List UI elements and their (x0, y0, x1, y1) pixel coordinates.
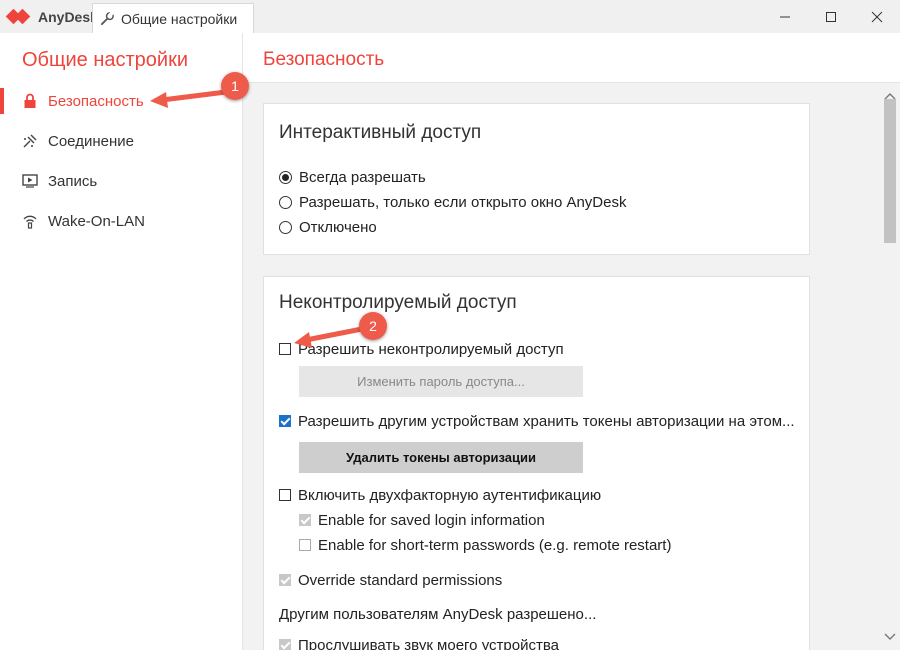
sidebar-item-label: Соединение (48, 132, 134, 150)
sidebar-item-label: Запись (48, 172, 98, 190)
checkbox[interactable] (279, 489, 291, 501)
checkbox-label: Включить двухфакторную аутентификацию (298, 486, 602, 504)
radio-button[interactable] (279, 195, 292, 209)
checkbox-label: Разрешить неконтролируемый доступ (298, 340, 564, 358)
sidebar-title: Общие настройки (22, 49, 188, 71)
radio-label: Всегда разрешать (299, 168, 426, 186)
recording-icon (21, 172, 39, 190)
radio-label: Отключено (299, 218, 377, 236)
checkbox-saved-login[interactable]: Enable for saved login information (299, 510, 545, 530)
unattended-access-panel: Неконтролируемый доступ Разрешить неконт… (263, 276, 810, 650)
sidebar-item-connection[interactable]: Соединение (0, 124, 242, 158)
change-password-button[interactable]: Изменить пароль доступа... (299, 366, 583, 397)
minimize-button[interactable] (762, 0, 808, 33)
sidebar-item-label: Безопасность (48, 92, 144, 110)
checkbox[interactable] (299, 539, 311, 551)
sidebar-item-label: Wake-On-LAN (48, 212, 145, 230)
radio-label: Разрешать, только если открыто окно AnyD… (299, 193, 627, 211)
tab-general-settings[interactable]: Общие настройки (92, 3, 254, 33)
checkbox-two-factor[interactable]: Включить двухфакторную аутентификацию (279, 485, 601, 505)
others-allowed-text: Другим пользователям AnyDesk разрешено..… (279, 604, 596, 624)
checkbox[interactable] (279, 343, 291, 355)
checkbox-short-term[interactable]: Enable for short-term passwords (e.g. re… (299, 535, 671, 555)
interactive-access-panel: Интерактивный доступ Всегда разрешать Ра… (263, 103, 810, 255)
vertical-scrollbar[interactable] (880, 83, 900, 650)
interactive-access-title: Интерактивный доступ (279, 122, 482, 143)
sidebar-item-security[interactable]: Безопасность (0, 84, 242, 118)
others-allowed-label: Другим пользователям AnyDesk разрешено..… (279, 605, 597, 623)
radio-disabled[interactable]: Отключено (279, 217, 377, 237)
annotation-badge-2: 2 (359, 312, 387, 340)
checkbox-label: Прослушивать звук моего устройства (298, 636, 559, 650)
settings-content: Интерактивный доступ Всегда разрешать Ра… (243, 83, 880, 650)
maximize-button[interactable] (808, 0, 854, 33)
radio-button[interactable] (279, 170, 292, 184)
app-brand: AnyDesk (5, 6, 98, 28)
annotation-badge-1: 1 (221, 72, 249, 100)
anydesk-logo-icon (5, 8, 34, 25)
main-header: Безопасность (243, 33, 900, 83)
sidebar: Общие настройки Безопасность Соединение … (0, 33, 243, 650)
checkbox-allow-unattended[interactable]: Разрешить неконтролируемый доступ (279, 339, 564, 359)
close-button[interactable] (854, 0, 900, 33)
checkbox-label: Enable for short-term passwords (e.g. re… (318, 536, 672, 554)
scrollbar-thumb[interactable] (884, 99, 896, 243)
checkbox-allow-tokens[interactable]: Разрешить другим устройствам хранить ток… (279, 411, 795, 431)
active-indicator (0, 88, 4, 114)
scroll-down-icon[interactable] (884, 628, 896, 646)
delete-tokens-button[interactable]: Удалить токены авторизации (299, 442, 583, 473)
connection-icon (21, 132, 39, 150)
sidebar-item-recording[interactable]: Запись (0, 164, 242, 198)
checkbox-label: Override standard permissions (298, 571, 503, 589)
checkbox-label: Разрешить другим устройствам хранить ток… (298, 412, 795, 430)
tab-label: Общие настройки (121, 10, 238, 27)
lock-icon (21, 92, 39, 110)
radio-button[interactable] (279, 220, 292, 234)
checkbox-listen-sound[interactable]: Прослушивать звук моего устройства (279, 635, 559, 650)
sidebar-item-wake-on-lan[interactable]: Wake-On-LAN (0, 204, 242, 238)
app-name: AnyDesk (38, 9, 98, 25)
wifi-icon (21, 212, 39, 230)
page-title: Безопасность (263, 49, 385, 70)
unattended-access-title: Неконтролируемый доступ (279, 292, 517, 313)
checkbox[interactable] (279, 415, 291, 427)
checkbox[interactable] (299, 514, 311, 526)
title-bar: AnyDesk Общие настройки (0, 0, 900, 34)
checkbox[interactable] (279, 639, 291, 650)
wrench-icon (99, 11, 115, 27)
checkbox-label: Enable for saved login information (318, 511, 545, 529)
checkbox-override-permissions[interactable]: Override standard permissions (279, 570, 502, 590)
radio-always-allow[interactable]: Всегда разрешать (279, 167, 426, 187)
radio-allow-if-window-open[interactable]: Разрешать, только если открыто окно AnyD… (279, 192, 626, 212)
checkbox[interactable] (279, 574, 291, 586)
